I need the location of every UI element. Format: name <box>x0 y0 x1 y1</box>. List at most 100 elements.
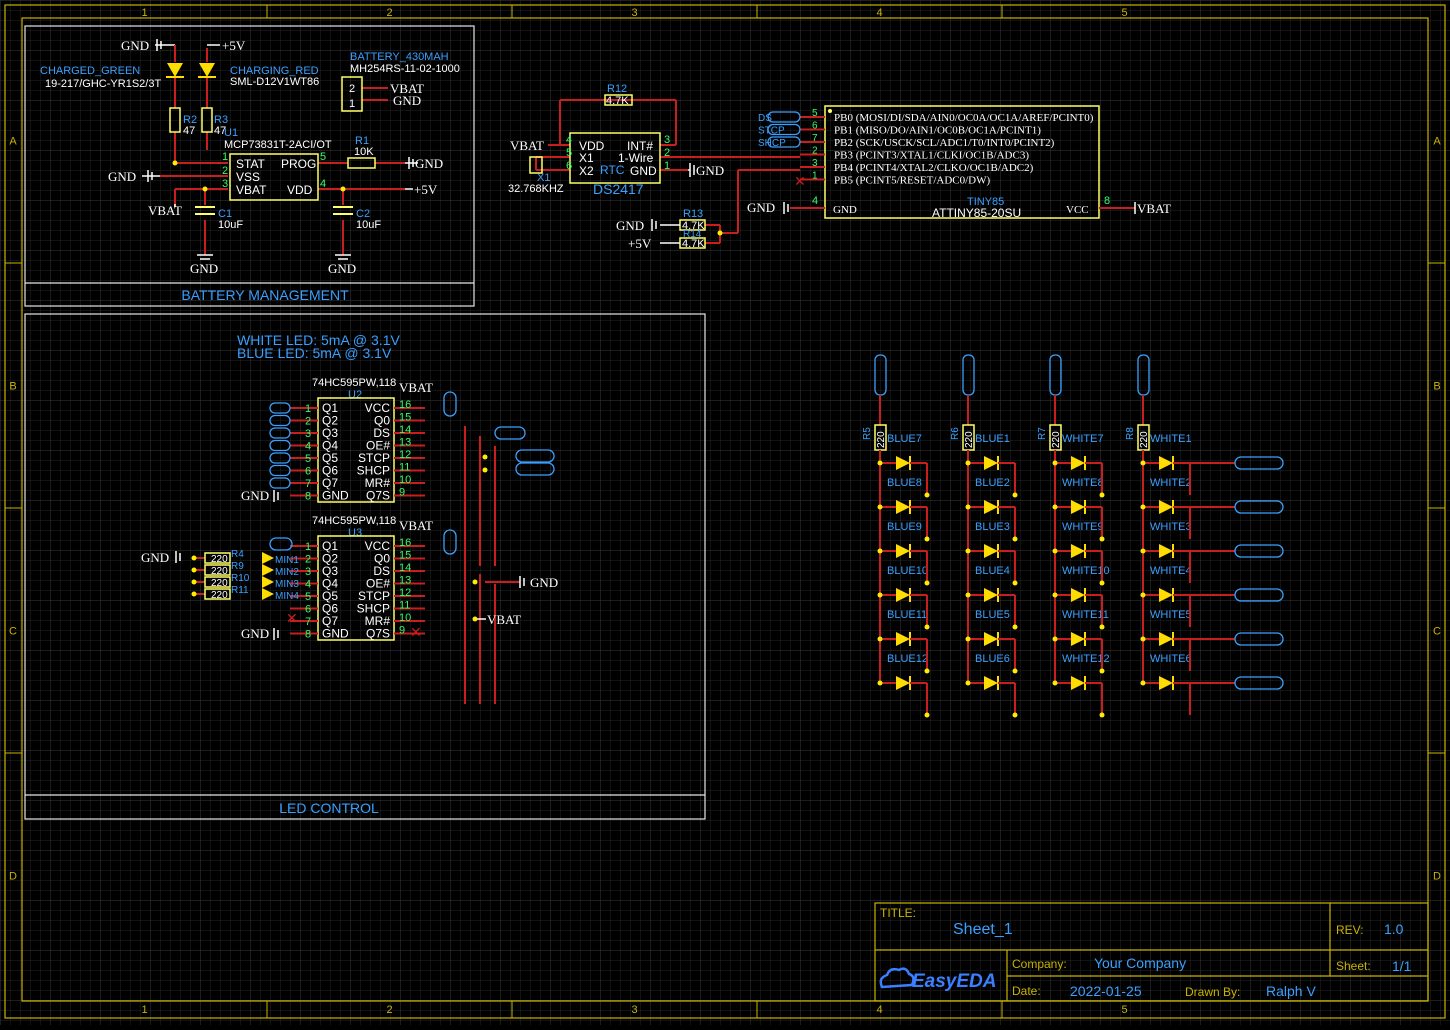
svg-text:R7: R7 <box>1037 427 1048 440</box>
svg-text:GND: GND <box>190 261 218 276</box>
frame-row-label: A <box>1433 136 1441 148</box>
svg-text:220: 220 <box>1051 431 1062 448</box>
svg-text:VBAT: VBAT <box>1137 201 1171 216</box>
sr-pin-num: 14 <box>399 562 411 574</box>
led-label: BLUE3 <box>975 521 1010 533</box>
svg-text:Sheet:: Sheet: <box>1336 959 1371 973</box>
svg-text:220: 220 <box>876 431 887 448</box>
svg-text:U1: U1 <box>224 127 238 139</box>
svg-text:MIN1: MIN1 <box>275 555 299 566</box>
led-label: WHITE5 <box>1150 609 1192 621</box>
svg-text:220: 220 <box>211 590 228 601</box>
mcu-pin-num: 2 <box>812 146 818 157</box>
net-flag-label: DS <box>758 113 772 124</box>
led-label: WHITE9 <box>1062 521 1104 533</box>
sr-pin-num: 11 <box>399 462 410 474</box>
led-label: BLUE2 <box>975 477 1010 489</box>
sr-pin-num: 6 <box>305 604 311 616</box>
svg-text:R11: R11 <box>231 585 249 596</box>
svg-text:R8: R8 <box>1125 427 1136 440</box>
svg-text:2: 2 <box>349 83 355 95</box>
svg-text:10uF: 10uF <box>218 219 243 231</box>
svg-text:220: 220 <box>1139 431 1150 448</box>
svg-text:U3: U3 <box>348 527 362 539</box>
sr-pin-num: 7 <box>305 478 311 490</box>
sr-pin-num: 1 <box>305 403 311 415</box>
mcu-pin-num: 3 <box>812 158 818 169</box>
frame-row-label: B <box>1433 381 1440 393</box>
sr-pin-num: 11 <box>399 600 410 612</box>
svg-text:+5V: +5V <box>414 182 438 197</box>
frame-col-label: 4 <box>876 1004 882 1016</box>
svg-text:X2: X2 <box>579 164 594 178</box>
schematic-sheet[interactable]: 1122334455AABBCCDD BATTERY MANAGEMENT CH… <box>0 0 1450 1025</box>
sr-pin-right: Q7S <box>366 627 390 641</box>
svg-text:1.0: 1.0 <box>1384 921 1404 937</box>
mcu-pin-label: PB3 (PCINT3/XTAL1/CLKI/OC1B/ADC3) <box>834 150 1029 162</box>
frame-col-label: 1 <box>141 7 147 19</box>
svg-text:10K: 10K <box>354 146 374 158</box>
svg-text:R13: R13 <box>683 208 703 220</box>
led-label: WHITE2 <box>1150 477 1192 489</box>
sr-pin-num: 16 <box>399 537 411 549</box>
svg-text:Company:: Company: <box>1012 957 1067 971</box>
svg-text:2: 2 <box>222 165 228 177</box>
sr-pin-num: 5 <box>305 453 311 465</box>
sr-pin-left: GND <box>322 627 349 641</box>
sr-pin-num: 4 <box>305 441 311 453</box>
sr-pin-left: GND <box>322 489 349 503</box>
led-label: BLUE5 <box>975 609 1010 621</box>
sr-pin-num: 13 <box>399 575 411 587</box>
svg-text:MCP73831T-2ACI/OT: MCP73831T-2ACI/OT <box>224 139 332 151</box>
led-label: WHITE6 <box>1150 653 1192 665</box>
svg-text:R4: R4 <box>231 549 244 560</box>
frame-col-label: 2 <box>386 7 392 19</box>
mcu-pin-num: 6 <box>812 121 818 132</box>
svg-text:2: 2 <box>664 147 670 159</box>
sr-pin-num: 12 <box>399 587 411 599</box>
svg-text:Date:: Date: <box>1012 984 1041 998</box>
led-green-part: 19-217/GHC-YR1S2/3T <box>45 78 161 90</box>
sr-pin-num: 16 <box>399 399 411 411</box>
frame-col-label: 2 <box>386 1004 392 1016</box>
sr-pin-num: 3 <box>305 428 311 440</box>
svg-text:GND: GND <box>630 164 657 178</box>
svg-text:4.7K: 4.7K <box>606 95 629 107</box>
svg-text:GND: GND <box>108 169 136 184</box>
svg-text:RTC: RTC <box>600 163 625 177</box>
mcu-pin-num: 1 <box>812 171 818 182</box>
svg-text:R10: R10 <box>231 573 250 584</box>
frame-col-label: 3 <box>631 7 637 19</box>
svg-text:VDD: VDD <box>287 183 313 197</box>
battery-management-title: BATTERY MANAGEMENT <box>181 287 349 303</box>
led-note-blue: BLUE LED: 5mA @ 3.1V <box>237 345 392 361</box>
sr-pin-num: 2 <box>305 416 311 428</box>
led-label: BLUE6 <box>975 653 1010 665</box>
frame-col-label: 1 <box>141 1004 147 1016</box>
svg-text:X1: X1 <box>579 151 594 165</box>
sr-pin-num: 1 <box>305 541 311 553</box>
led-label: WHITE4 <box>1150 565 1192 577</box>
svg-text:VSS: VSS <box>236 170 260 184</box>
led-green-name: CHARGED_GREEN <box>40 65 140 77</box>
svg-text:R12: R12 <box>607 83 627 95</box>
grid <box>0 0 1450 1025</box>
sr-pin-right: Q7S <box>366 489 390 503</box>
net-flag-label: SHCP <box>758 138 786 149</box>
led-label: BLUE10 <box>887 565 928 577</box>
svg-text:1: 1 <box>349 98 355 110</box>
svg-text:MIN3: MIN3 <box>275 579 299 590</box>
sr-pin-num: 14 <box>399 424 411 436</box>
frame-row-label: A <box>9 136 17 148</box>
bm-vbat-left: VBAT <box>148 203 182 218</box>
svg-text:R5: R5 <box>862 427 873 440</box>
svg-text:10uF: 10uF <box>356 219 381 231</box>
frame-row-label: C <box>1433 626 1441 638</box>
svg-text:MH254RS-11-02-1000: MH254RS-11-02-1000 <box>350 63 460 75</box>
mcu-pin-label: PB2 (SCK/USCK/SCL/ADC1/T0/INT0/PCINT2) <box>834 137 1055 149</box>
svg-text:32.768KHZ: 32.768KHZ <box>508 183 564 195</box>
svg-text:220: 220 <box>211 566 228 577</box>
led-control-title: LED CONTROL <box>279 800 379 816</box>
frame-row-label: D <box>9 871 17 883</box>
svg-text:EasyEDA: EasyEDA <box>912 971 997 992</box>
